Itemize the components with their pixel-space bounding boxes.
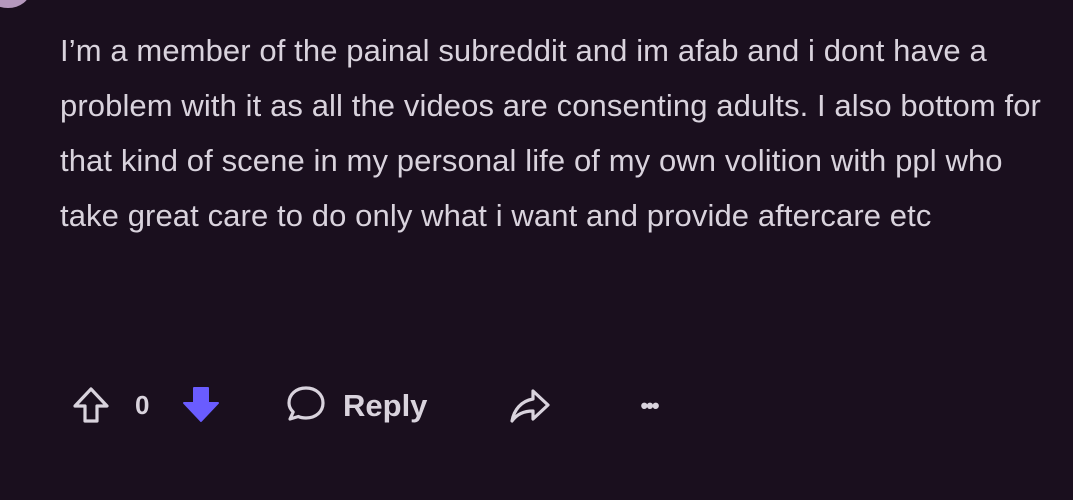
ellipsis-icon: ••• <box>640 393 659 418</box>
vote-count: 0 <box>135 390 150 420</box>
reply-button[interactable]: Reply <box>285 383 427 429</box>
speech-bubble-icon <box>285 384 327 429</box>
arrow-down-filled-icon <box>181 384 221 429</box>
share-arrow-icon <box>509 385 551 430</box>
avatar <box>0 0 30 8</box>
comment-body: I’m a member of the painal subreddit and… <box>60 33 1041 233</box>
upvote-button[interactable] <box>72 386 110 429</box>
downvote-button[interactable] <box>181 386 221 426</box>
more-options-button[interactable]: ••• <box>634 387 664 425</box>
comment: I’m a member of the painal subreddit and… <box>60 23 1050 243</box>
comment-actions: 0 Reply ••• <box>72 383 692 429</box>
reply-label: Reply <box>343 388 428 423</box>
share-button[interactable] <box>509 387 551 427</box>
arrow-up-outline-icon <box>72 386 110 429</box>
